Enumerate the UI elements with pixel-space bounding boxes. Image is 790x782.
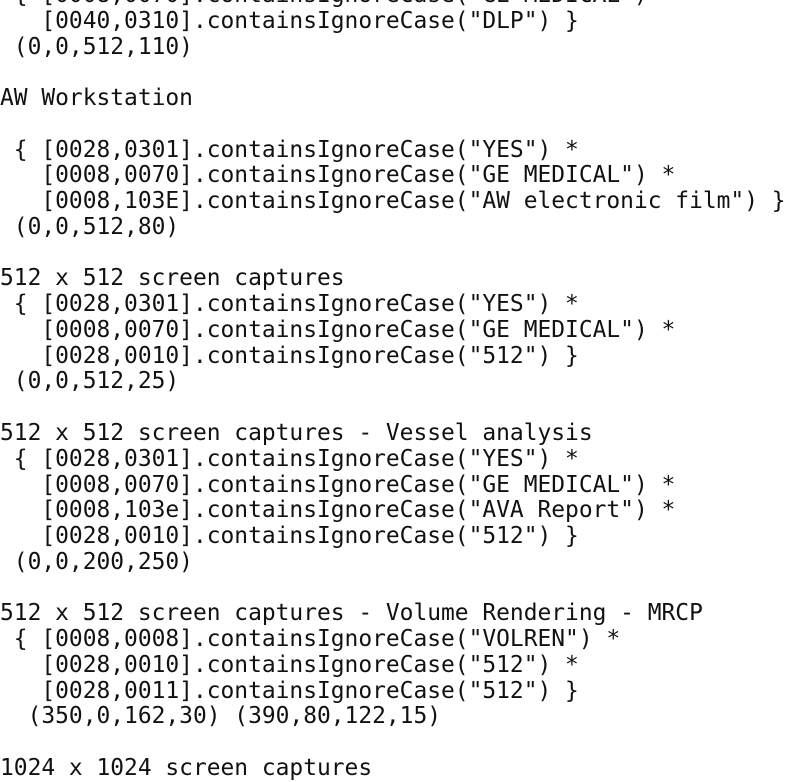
rule-title-volume-rendering-mrcp: 512 x 512 screen captures - Volume Rende… [0, 600, 703, 627]
rule-condition-line: [0028,0010].containsIgnoreCase("512") * [0, 651, 579, 678]
rule-region-line: (0,0,200,250) [0, 548, 193, 575]
rule-title-512-screen-captures: 512 x 512 screen captures [0, 265, 345, 292]
rule-condition-line: [0008,103e].containsIgnoreCase("AVA Repo… [0, 497, 676, 524]
rule-condition-line: { [0028,0301].containsIgnoreCase("YES") … [0, 445, 579, 472]
rule-condition-line: { [0008,0008].containsIgnoreCase("VOLREN… [0, 626, 621, 653]
rule-title-vessel-analysis: 512 x 512 screen captures - Vessel analy… [0, 420, 593, 447]
rule-condition-line: [0028,0010].containsIgnoreCase("512") } [0, 342, 579, 369]
rule-condition-line: [0040,0310].containsIgnoreCase("DLP") } [0, 7, 579, 34]
rule-condition-line: [0028,0011].containsIgnoreCase("512") } [0, 677, 579, 704]
rule-region-line: (350,0,162,30) (390,80,122,15) [0, 703, 442, 730]
rule-condition-line: { [0028,0301].containsIgnoreCase("YES") … [0, 136, 579, 163]
rule-region-line: (0,0,512,25) [0, 368, 180, 395]
rule-title-aw-workstation: AW Workstation [0, 85, 193, 112]
rule-condition-line: [0008,0070].containsIgnoreCase("GE MEDIC… [0, 316, 676, 343]
rule-condition-line: [0028,0010].containsIgnoreCase("512") } [0, 523, 579, 550]
rule-condition-line: [0008,0070].containsIgnoreCase("GE MEDIC… [0, 162, 676, 189]
rule-condition-line: [0008,0070].containsIgnoreCase("GE MEDIC… [0, 471, 676, 498]
rules-text-document: { [0008,0070].containsIgnoreCase("GE MED… [0, 0, 786, 782]
rule-region-line: (0,0,512,110) [0, 33, 193, 60]
rule-condition-line: [0008,103E].containsIgnoreCase("AW elect… [0, 188, 786, 215]
rule-region-line: (0,0,512,80) [0, 213, 180, 240]
rule-condition-line: { [0028,0301].containsIgnoreCase("YES") … [0, 291, 579, 318]
rule-title-1024-screen-captures: 1024 x 1024 screen captures [0, 754, 373, 781]
